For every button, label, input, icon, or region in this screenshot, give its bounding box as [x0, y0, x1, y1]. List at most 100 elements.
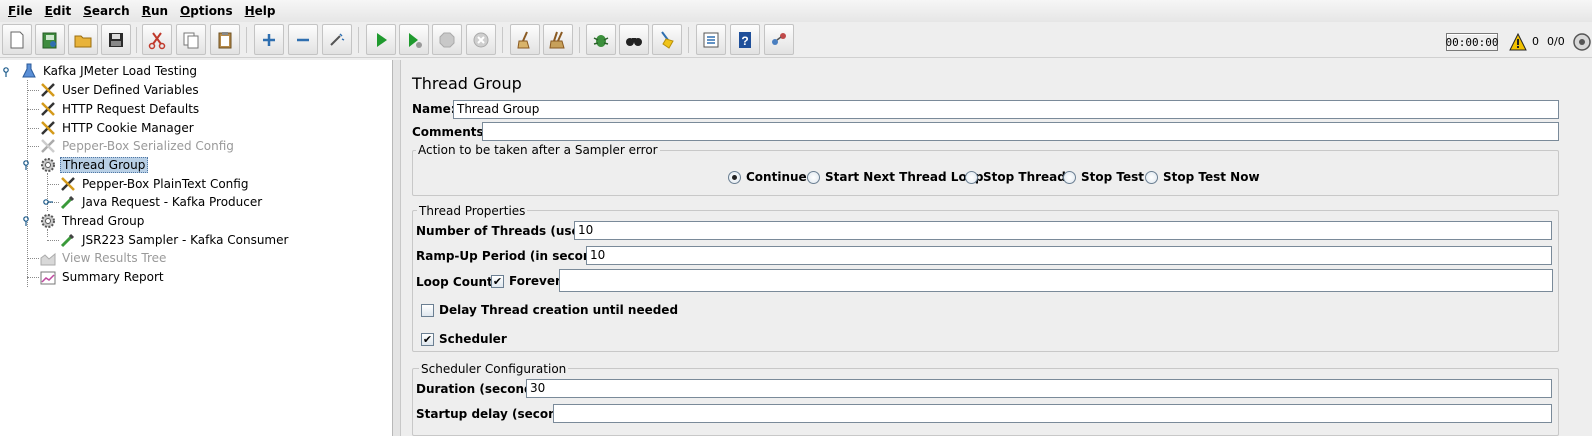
forever-checkbox[interactable]: ✔ Forever	[491, 274, 561, 288]
expand-all-button[interactable]	[254, 24, 284, 55]
radio-continue[interactable]: Continue	[728, 170, 807, 184]
start-button[interactable]	[366, 24, 396, 55]
copy-button[interactable]	[176, 24, 206, 55]
tree-node-label: Pepper-Box PlainText Config	[82, 177, 249, 191]
tree-collapse-handle[interactable]	[3, 67, 13, 77]
tree-node-jsr223-sampler-kafka-consumer[interactable]: JSR223 Sampler - Kafka Consumer	[59, 231, 290, 249]
gear-icon	[41, 214, 55, 228]
tree-connector	[27, 277, 39, 278]
help-button[interactable]: ?	[730, 24, 760, 55]
templates-button[interactable]	[35, 24, 65, 55]
tree-collapse-handle[interactable]	[23, 216, 33, 226]
function-list-icon	[703, 32, 719, 47]
tree-node-test-plan[interactable]: Kafka JMeter Load Testing	[20, 62, 199, 80]
active-thread-count: 0/0	[1547, 35, 1565, 48]
toolbar-separator	[579, 27, 580, 53]
menu-edit[interactable]: Edit	[39, 0, 78, 22]
tree-connector	[27, 146, 39, 147]
tree-node-thread-group-2[interactable]: Thread Group	[39, 212, 146, 230]
menu-search[interactable]: Search	[77, 0, 135, 22]
save-button[interactable]	[101, 24, 131, 55]
split-pane-divider[interactable]	[393, 60, 401, 436]
menu-run-mnemonic: R	[141, 4, 151, 18]
play-icon	[377, 32, 387, 47]
radio-continue-label: Continue	[746, 170, 807, 184]
function-helper-button[interactable]	[696, 24, 726, 55]
open-folder-icon	[74, 35, 92, 47]
warning-icon[interactable]	[1508, 32, 1528, 52]
toggle-wand-icon	[330, 32, 345, 46]
reset-search-button[interactable]	[652, 24, 682, 55]
menu-run[interactable]: Run	[136, 0, 174, 22]
tree-node-view-results-tree[interactable]: View Results Tree	[39, 249, 168, 267]
rampup-input[interactable]: 10	[586, 246, 1552, 265]
listener-chart-icon	[40, 271, 56, 285]
menu-options[interactable]: Options	[174, 0, 239, 22]
clear-button[interactable]	[510, 24, 540, 55]
clear-all-broom-icon	[549, 31, 565, 48]
radio-stop-test[interactable]: Stop Test	[1063, 170, 1144, 184]
test-plan-tree[interactable]: Kafka JMeter Load Testing User Defined V…	[0, 60, 393, 436]
toggle-button[interactable]	[322, 24, 352, 55]
new-button[interactable]	[2, 24, 32, 55]
stop-button[interactable]	[432, 24, 462, 55]
tree-node-label: HTTP Request Defaults	[62, 102, 200, 116]
collapse-all-button[interactable]	[288, 24, 318, 55]
config-wrench-icon	[41, 83, 55, 97]
tree-node-pepper-box-plaintext-config[interactable]: Pepper-Box PlainText Config	[59, 175, 250, 193]
tree-node-pepper-box-serialized-config[interactable]: Pepper-Box Serialized Config	[39, 137, 236, 155]
radio-stop-test-now[interactable]: Stop Test Now	[1145, 170, 1260, 184]
menu-search-mnemonic: S	[83, 4, 92, 18]
menu-help-label: elp	[254, 4, 276, 18]
open-button[interactable]	[68, 24, 98, 55]
shutdown-button[interactable]	[466, 24, 496, 55]
tree-node-label: JSR223 Sampler - Kafka Consumer	[82, 233, 289, 247]
search-button[interactable]	[586, 24, 616, 55]
tree-node-summary-report[interactable]: Summary Report	[39, 268, 166, 286]
loop-count-input[interactable]	[559, 269, 1553, 292]
startup-delay-input[interactable]	[553, 404, 1552, 423]
tree-expand-handle[interactable]	[43, 197, 53, 207]
tree-node-label: User Defined Variables	[62, 83, 199, 97]
radio-stop-thread[interactable]: Stop Thread	[965, 170, 1066, 184]
tree-connector	[27, 109, 39, 110]
tree-node-user-defined-variables[interactable]: User Defined Variables	[39, 81, 201, 99]
menu-help[interactable]: Help	[239, 0, 282, 22]
start-no-pauses-button[interactable]	[399, 24, 429, 55]
threads-input[interactable]: 10	[574, 221, 1552, 240]
tree-node-label: Thread Group	[60, 157, 149, 173]
menu-file-mnemonic: F	[8, 4, 17, 18]
tree-node-thread-group-1[interactable]: Thread Group	[39, 156, 149, 174]
tree-collapse-handle[interactable]	[23, 160, 33, 170]
cut-button[interactable]	[142, 24, 172, 55]
tree-node-label: Pepper-Box Serialized Config	[62, 139, 234, 153]
svg-text:?: ?	[741, 34, 748, 48]
tree-connector	[27, 90, 39, 91]
paste-button[interactable]	[210, 24, 240, 55]
listener-chart-icon	[40, 252, 56, 266]
radio-start-next-thread-loop[interactable]: Start Next Thread Loop	[807, 170, 984, 184]
toolbar-separator	[502, 27, 503, 53]
tree-node-http-request-defaults[interactable]: HTTP Request Defaults	[39, 100, 201, 118]
menu-file[interactable]: File	[2, 0, 39, 22]
radio-stop-test-dot	[1063, 170, 1076, 184]
panel-title: Thread Group	[412, 74, 522, 93]
tree-node-label: View Results Tree	[62, 251, 167, 265]
thread-group-panel: Thread Group Name: Thread Group Comments…	[402, 60, 1592, 436]
test-plan-flask-icon	[22, 63, 36, 78]
tree-node-http-cookie-manager[interactable]: HTTP Cookie Manager	[39, 119, 196, 137]
tree-node-java-request-kafka-producer[interactable]: Java Request - Kafka Producer	[59, 193, 264, 211]
duration-input[interactable]: 30	[526, 379, 1552, 398]
clear-broom-icon	[517, 31, 530, 48]
comments-input[interactable]	[482, 122, 1559, 141]
tree-node-label: Java Request - Kafka Producer	[82, 195, 263, 209]
find-button[interactable]	[619, 24, 649, 55]
remote-button[interactable]	[764, 24, 794, 55]
delay-thread-creation-checkbox[interactable]: Delay Thread creation until needed	[421, 303, 678, 317]
stop-octagon-icon	[439, 32, 455, 47]
scheduler-checkbox[interactable]: ✔ Scheduler	[421, 332, 507, 346]
clear-all-button[interactable]	[543, 24, 573, 55]
config-wrench-icon	[41, 102, 55, 116]
tree-connector	[27, 80, 28, 287]
name-input[interactable]: Thread Group	[453, 100, 1559, 119]
